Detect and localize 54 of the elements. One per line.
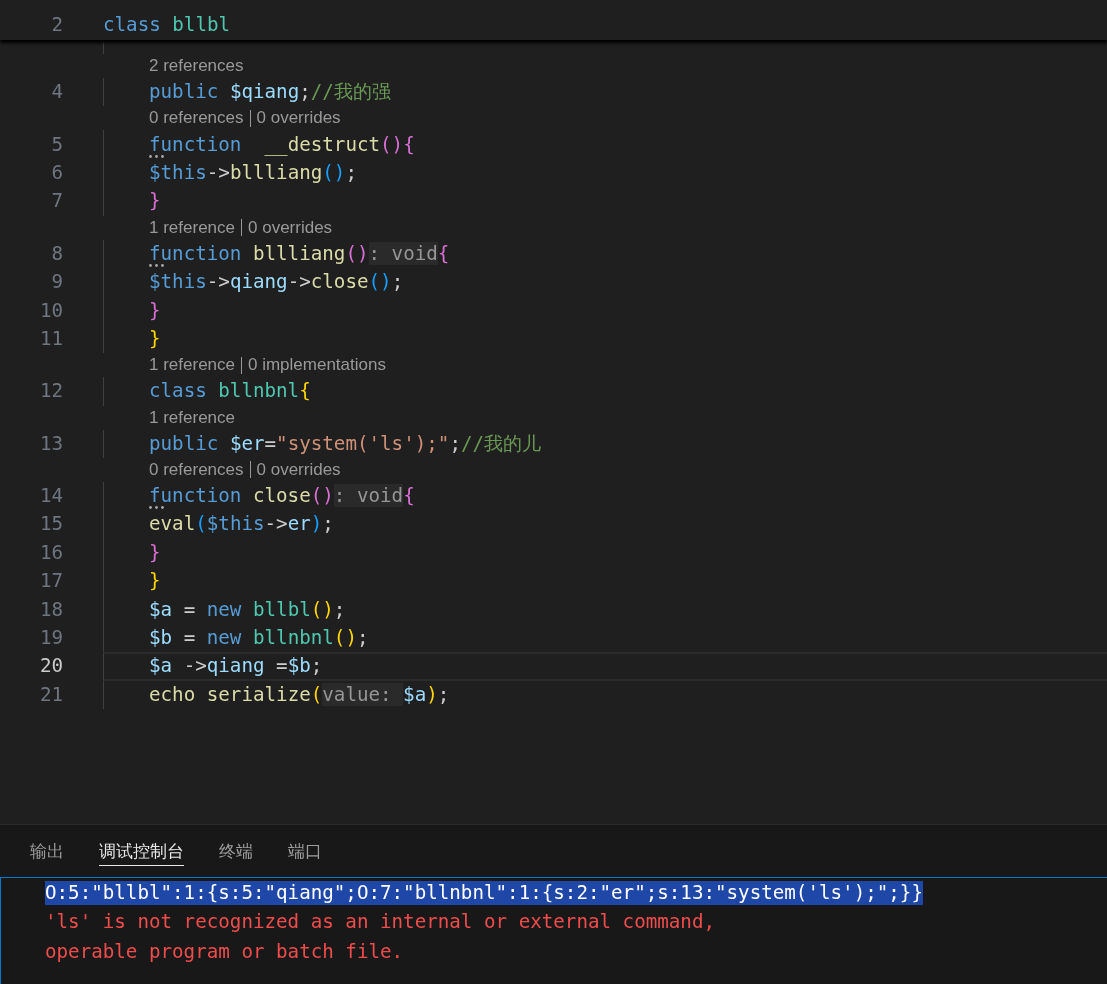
codelens-link[interactable]: 0 overrides [256,457,341,482]
code-line: function close(): void{ [149,483,415,510]
codelens-link[interactable]: 0 overrides [256,106,341,131]
console-output-line: operable program or batch file. [45,939,404,964]
codelens-link[interactable]: 0 implementations [248,353,386,378]
code-line: } [149,539,161,566]
code-line: } [149,297,161,324]
line-number: 18 [39,596,63,623]
line-number: 14 [39,483,63,510]
code-line: $a ->qiang =$b; [149,653,323,680]
line-number: 21 [39,681,63,708]
line-number: 8 [51,240,63,267]
console-output-line: 'ls' is not recognized as an internal or external command, [45,910,715,935]
line-number: 15 [39,511,63,538]
panel-tab[interactable]: 调试控制台 [99,840,184,866]
codelens-link[interactable]: 0 references [149,457,244,482]
codelens-link[interactable]: 1 reference [149,405,235,430]
code-line: public $qiang;//我的强 [149,79,391,106]
line-number: 7 [51,188,63,215]
code-line: } [149,188,161,215]
code-line: eval($this->er); [149,511,334,538]
codelens-link[interactable]: 1 reference [149,215,235,240]
line-number: 19 [39,625,63,652]
line-number: 10 [39,297,63,324]
line-number: 13 [39,430,63,457]
panel-tab[interactable]: 输出 [30,840,64,866]
line-number: 16 [39,539,63,566]
code-line: $this->bllliang(); [149,159,357,186]
line-number: 2 [51,12,63,39]
code-line: $b = new bllnbnl(); [149,625,369,652]
code-line: function bllliang(): void{ [149,240,450,267]
code-line: function __destruct(){ [149,131,415,158]
codelens-link[interactable]: 0 references [149,106,244,131]
line-number: 6 [51,159,63,186]
panel-tab[interactable]: 终端 [219,840,253,866]
line-number: 4 [51,79,63,106]
line-number: 17 [39,568,63,595]
line-number: 9 [51,269,63,296]
code-line: public $er="system('ls');";//我的儿 [149,430,542,457]
codelens-link[interactable]: 0 overrides [248,215,333,240]
line-number: 11 [39,325,63,352]
code-line: $this->qiang->close(); [149,269,404,296]
code-line: $a = new bllbl(); [149,596,346,623]
code-line: class bllnbnl{ [149,378,311,405]
code-line: echo serialize(value: $a); [149,681,450,708]
codelens-link[interactable]: 2 references [149,54,244,78]
code-line: class bllbl [103,12,231,39]
line-number: 5 [51,131,63,158]
code-line: } [149,325,161,352]
code-line: } [149,568,161,595]
line-number: 12 [39,378,63,405]
panel-tab[interactable]: 端口 [288,840,322,866]
codelens-link[interactable]: 1 reference [149,353,235,378]
line-number: 20 [39,653,63,680]
